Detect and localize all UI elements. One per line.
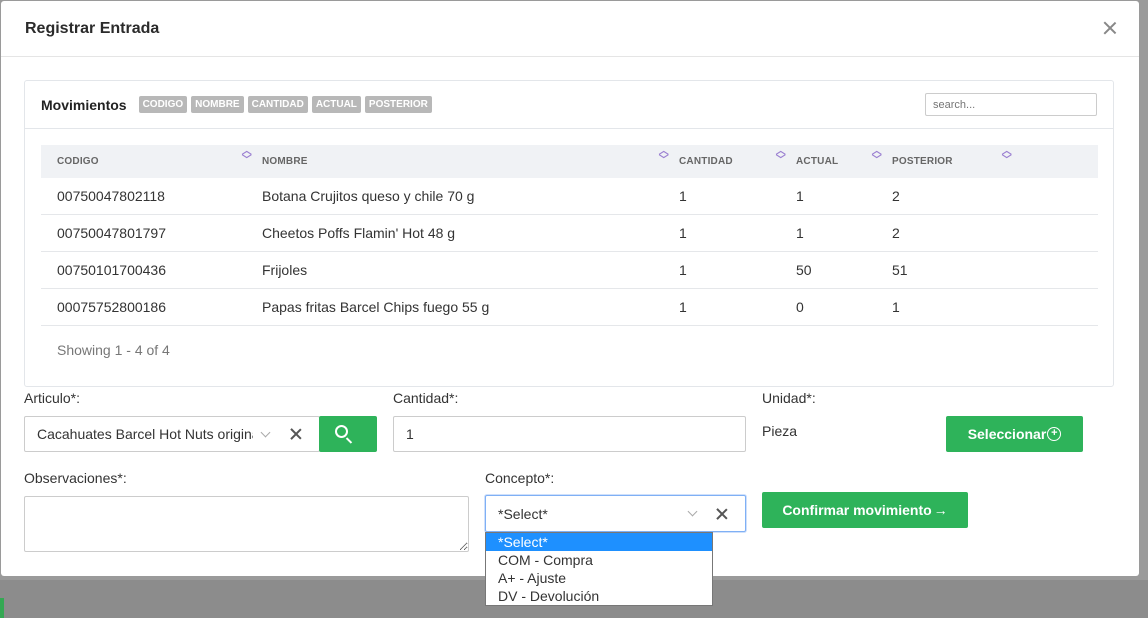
cell-codigo: 00750047801797 bbox=[57, 225, 167, 241]
concepto-select[interactable]: *Select* bbox=[485, 495, 746, 532]
column-chip-cantidad[interactable]: CANTIDAD bbox=[247, 96, 308, 113]
cell-actual: 1 bbox=[796, 188, 804, 204]
column-chip-actual[interactable]: ACTUAL bbox=[311, 96, 361, 113]
observaciones-textarea[interactable] bbox=[24, 496, 469, 552]
table-header: CODIGO ︿ ﹀ NOMBRE ︿ ﹀ CANTIDAD ︿ ﹀ ACTUAL ︿ ﹀ PO… bbox=[41, 145, 1098, 178]
observaciones-label: Observaciones*: bbox=[24, 470, 127, 486]
cantidad-label: Cantidad*: bbox=[393, 390, 459, 406]
seleccionar-label: Seleccionar bbox=[967, 426, 1047, 442]
column-header-label: CODIGO bbox=[57, 156, 99, 167]
search-icon bbox=[335, 425, 348, 438]
cell-cantidad: 1 bbox=[679, 262, 687, 278]
column-header-posterior[interactable]: POSTERIOR ︿ ﹀ bbox=[892, 147, 1022, 168]
seleccionar-button[interactable]: Seleccionar + bbox=[946, 416, 1083, 452]
column-header-cantidad[interactable]: CANTIDAD ︿ ﹀ bbox=[679, 147, 796, 168]
cell-cantidad: 1 bbox=[679, 188, 687, 204]
column-header-label: POSTERIOR bbox=[892, 156, 953, 167]
column-chip-posterior[interactable]: POSTERIOR bbox=[364, 96, 432, 113]
movimientos-card: Movimientos CODIGO NOMBRE CANTIDAD ACTUA… bbox=[24, 80, 1114, 387]
concepto-label: Concepto*: bbox=[485, 470, 555, 486]
backdrop-accent bbox=[0, 598, 4, 618]
concepto-option[interactable]: COM - Compra bbox=[486, 551, 712, 569]
column-header-codigo[interactable]: CODIGO ︿ ﹀ bbox=[41, 147, 262, 168]
clear-icon[interactable] bbox=[289, 427, 303, 441]
cell-nombre: Frijoles bbox=[262, 262, 308, 278]
articulo-label: Articulo*: bbox=[24, 390, 81, 406]
registrar-entrada-modal: Registrar Entrada Movimientos CODIGO NOM… bbox=[1, 1, 1139, 576]
cell-cantidad: 1 bbox=[679, 225, 687, 241]
cell-actual: 0 bbox=[796, 299, 804, 315]
column-header-actual[interactable]: ACTUAL ︿ ﹀ bbox=[796, 147, 892, 168]
table-row[interactable]: 00750101700436 Frijoles 1 50 51 bbox=[41, 252, 1098, 289]
concepto-option[interactable]: DV - Devolución bbox=[486, 587, 712, 605]
cell-codigo: 00750101700436 bbox=[57, 262, 167, 278]
cell-cantidad: 1 bbox=[679, 299, 687, 315]
column-header-label: NOMBRE bbox=[262, 156, 308, 167]
clear-icon[interactable] bbox=[715, 507, 729, 521]
close-icon[interactable] bbox=[1101, 19, 1119, 37]
modal-title: Registrar Entrada bbox=[25, 19, 160, 37]
cell-nombre: Botana Crujitos queso y chile 70 g bbox=[262, 188, 475, 204]
cell-posterior: 1 bbox=[892, 299, 900, 315]
movimientos-title: Movimientos bbox=[41, 96, 127, 113]
sort-icon[interactable]: ︿ ﹀ bbox=[1002, 147, 1012, 166]
concepto-option[interactable]: A+ - Ajuste bbox=[486, 569, 712, 587]
cell-nombre: Cheetos Poffs Flamin' Hot 48 g bbox=[262, 225, 456, 241]
modal-header: Registrar Entrada bbox=[1, 1, 1139, 57]
column-chip-codigo[interactable]: CODIGO bbox=[138, 96, 188, 113]
search-articulo-button[interactable] bbox=[319, 416, 377, 452]
column-chip-nombre[interactable]: NOMBRE bbox=[191, 96, 244, 113]
cell-nombre: Papas fritas Barcel Chips fuego 55 g bbox=[262, 299, 490, 315]
search-icon-handle bbox=[345, 437, 353, 444]
movimientos-card-header: Movimientos CODIGO NOMBRE CANTIDAD ACTUA… bbox=[25, 81, 1113, 129]
movimientos-table: CODIGO ︿ ﹀ NOMBRE ︿ ﹀ CANTIDAD ︿ ﹀ ACTUAL ︿ ﹀ PO… bbox=[41, 145, 1098, 326]
cell-posterior: 2 bbox=[892, 188, 900, 204]
cell-posterior: 2 bbox=[892, 225, 900, 241]
pagination-info: Showing 1 - 4 of 4 bbox=[57, 342, 170, 358]
unidad-value: Pieza bbox=[762, 423, 798, 439]
table-row[interactable]: 00075752800186 Papas fritas Barcel Chips… bbox=[41, 289, 1098, 326]
plus-circle-icon: + bbox=[1047, 427, 1062, 441]
column-header-label: ACTUAL bbox=[796, 156, 839, 167]
articulo-value: Cacahuates Barcel Hot Nuts original bbox=[37, 426, 253, 442]
cell-codigo: 00750047802118 bbox=[57, 188, 165, 204]
cell-codigo: 00075752800186 bbox=[57, 299, 167, 315]
concepto-dropdown: *Select* COM - Compra A+ - Ajuste DV - D… bbox=[485, 532, 713, 606]
table-row[interactable]: 00750047802118 Botana Crujitos queso y c… bbox=[41, 178, 1098, 215]
cell-actual: 1 bbox=[796, 225, 804, 241]
cell-posterior: 51 bbox=[892, 262, 908, 278]
sort-icon[interactable]: ︿ ﹀ bbox=[776, 147, 786, 166]
table-search-input[interactable] bbox=[925, 93, 1097, 116]
column-header-label: CANTIDAD bbox=[679, 156, 733, 167]
sort-icon[interactable]: ︿ ﹀ bbox=[659, 147, 669, 166]
confirmar-movimiento-button[interactable]: Confirmar movimiento → bbox=[762, 492, 968, 528]
chevron-down-icon[interactable] bbox=[687, 506, 698, 517]
unidad-label: Unidad*: bbox=[762, 390, 816, 406]
column-header-nombre[interactable]: NOMBRE ︿ ﹀ bbox=[262, 147, 679, 168]
concepto-option[interactable]: *Select* bbox=[486, 533, 712, 551]
table-row[interactable]: 00750047801797 Cheetos Poffs Flamin' Hot… bbox=[41, 215, 1098, 252]
chevron-down-icon[interactable] bbox=[260, 427, 271, 438]
arrow-right-icon: → bbox=[933, 502, 948, 518]
sort-icon[interactable]: ︿ ﹀ bbox=[872, 147, 882, 166]
sort-icon[interactable]: ︿ ﹀ bbox=[242, 147, 252, 166]
cell-actual: 50 bbox=[796, 262, 812, 278]
concepto-value: *Select* bbox=[498, 505, 548, 522]
cantidad-input[interactable] bbox=[393, 416, 746, 452]
articulo-select[interactable]: Cacahuates Barcel Hot Nuts original bbox=[24, 416, 320, 452]
confirmar-label: Confirmar movimiento bbox=[782, 502, 932, 518]
